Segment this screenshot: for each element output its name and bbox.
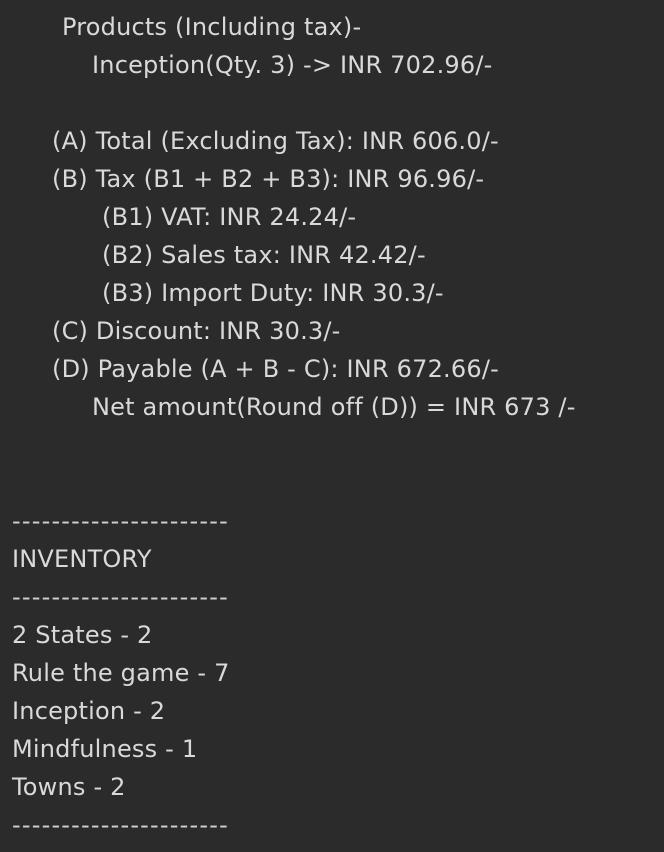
- discount-line: (C) Discount: INR 30.3/-: [52, 317, 341, 345]
- inventory-item: Rule the game - 7: [12, 659, 230, 687]
- console-output: Products (Including tax)- Inception(Qty.…: [0, 0, 664, 852]
- products-header: Products (Including tax)-: [62, 13, 362, 41]
- payable-line: (D) Payable (A + B - C): INR 672.66/-: [52, 355, 499, 383]
- divider-line: ----------------------: [12, 811, 229, 839]
- net-amount-line: Net amount(Round off (D)) = INR 673 /-: [92, 393, 576, 421]
- total-excluding-tax-line: (A) Total (Excluding Tax): INR 606.0/-: [52, 127, 499, 155]
- sales-tax-line: (B2) Sales tax: INR 42.42/-: [102, 241, 426, 269]
- vat-line: (B1) VAT: INR 24.24/-: [102, 203, 357, 231]
- inventory-title: INVENTORY: [12, 545, 152, 573]
- import-duty-line: (B3) Import Duty: INR 30.3/-: [102, 279, 444, 307]
- inventory-item: Towns - 2: [12, 773, 126, 801]
- inventory-item: Inception - 2: [12, 697, 166, 725]
- product-line: Inception(Qty. 3) -> INR 702.96/-: [92, 51, 493, 79]
- divider-line: ----------------------: [12, 583, 229, 611]
- inventory-item: Mindfulness - 1: [12, 735, 198, 763]
- divider-line: ----------------------: [12, 507, 229, 535]
- inventory-item: 2 States - 2: [12, 621, 153, 649]
- tax-line: (B) Tax (B1 + B2 + B3): INR 96.96/-: [52, 165, 485, 193]
